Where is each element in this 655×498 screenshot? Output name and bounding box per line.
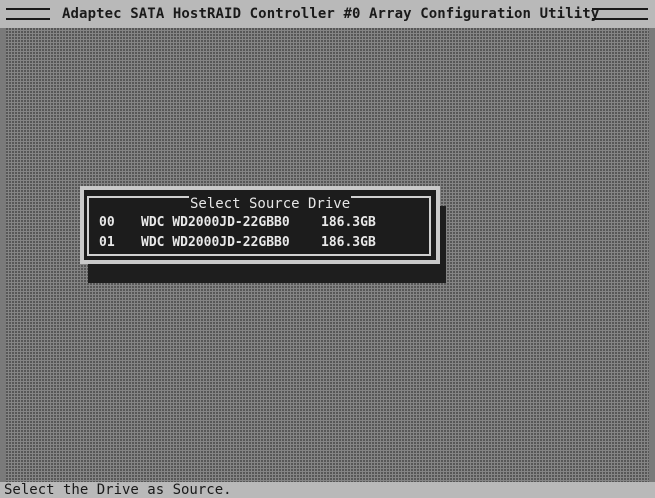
drive-id: 00 (99, 215, 115, 230)
dialog-frame: Select Source Drive 00 WDC WD2000JD-22GB… (87, 196, 431, 256)
drive-size: 186.3GB (321, 235, 376, 250)
drive-id: 01 (99, 235, 115, 250)
title-decoration-left (6, 8, 50, 20)
drive-model: WDC WD2000JD-22GBB0 (141, 215, 290, 230)
dialog-title: Select Source Drive (189, 196, 352, 212)
drive-size: 186.3GB (321, 215, 376, 230)
status-bar: Select the Drive as Source. (0, 482, 655, 498)
drive-row-00[interactable]: 00 WDC WD2000JD-22GBB0 186.3GB (99, 215, 376, 231)
utility-title: Adaptec SATA HostRAID Controller #0 Arra… (62, 6, 600, 22)
select-source-drive-dialog: Select Source Drive 00 WDC WD2000JD-22GB… (80, 186, 440, 264)
drive-row-01[interactable]: 01 WDC WD2000JD-22GBB0 186.3GB (99, 235, 376, 251)
drive-model: WDC WD2000JD-22GBB0 (141, 235, 290, 250)
dialog-body: Select Source Drive 00 WDC WD2000JD-22GB… (84, 190, 436, 260)
title-decoration-right (592, 8, 648, 20)
title-bar: Adaptec SATA HostRAID Controller #0 Arra… (0, 0, 655, 28)
